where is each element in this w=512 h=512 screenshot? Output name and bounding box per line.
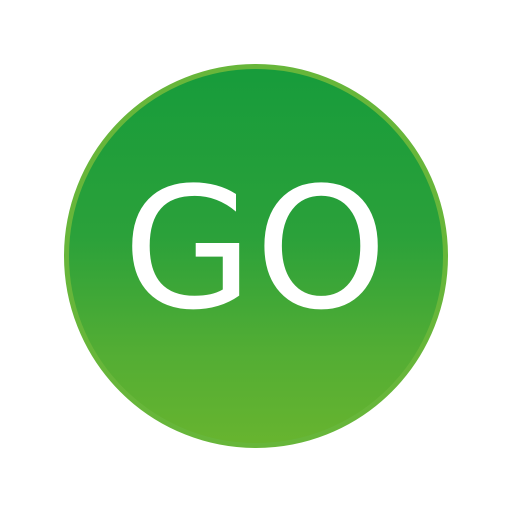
canvas: GO	[0, 0, 512, 512]
go-button[interactable]: GO	[64, 64, 448, 448]
go-button-label: GO	[122, 151, 390, 347]
